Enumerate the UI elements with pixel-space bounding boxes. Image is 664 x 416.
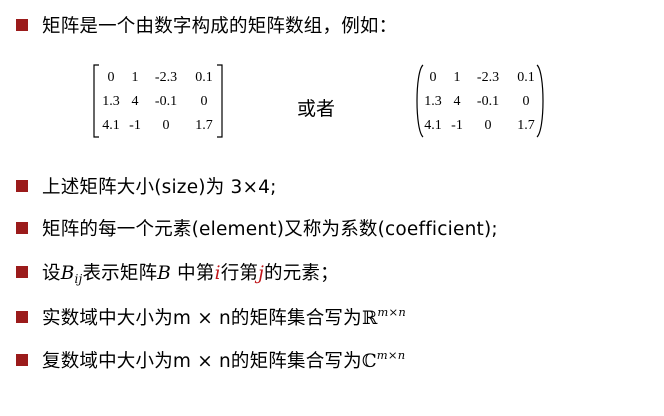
text-segment: 设 bbox=[42, 262, 61, 284]
matrix-cell: 4.1 bbox=[424, 118, 442, 133]
bullet-square-icon bbox=[16, 222, 28, 234]
text-segment: 的元素； bbox=[264, 262, 339, 284]
matrix-cell: 0 bbox=[200, 94, 208, 109]
text-segment: 实数域中大小为m × n的矩阵集合写为 bbox=[42, 308, 362, 329]
matrix-cell: 1 bbox=[453, 70, 461, 85]
math-var-b: B bbox=[157, 262, 172, 284]
real-numbers-symbol: ℝ bbox=[361, 308, 378, 329]
matrix-cell: 1.7 bbox=[195, 118, 213, 133]
matrix-row: 1.3 4 -0.1 0 bbox=[420, 90, 544, 114]
matrix-cell: 0 bbox=[162, 118, 170, 133]
matrix-cell: -2.3 bbox=[154, 70, 178, 85]
matrix-cell: -1 bbox=[451, 118, 463, 133]
matrix-cell: 4 bbox=[453, 94, 461, 109]
matrix-parentheses: 0 1 -2.3 0.1 1.3 4 -0.1 0 4.1 -1 0 1.7 bbox=[414, 64, 554, 138]
bullet-item-element-notation: 设Bij表示矩阵B 中第i行第j的元素； bbox=[16, 257, 339, 287]
matrix-row: 1.3 4 -0.1 0 bbox=[98, 90, 222, 114]
matrix-square-brackets: 0 1 -2.3 0.1 1.3 4 -0.1 0 4.1 -1 0 1.7 bbox=[92, 64, 232, 138]
matrix-row: 4.1 -1 0 1.7 bbox=[98, 114, 222, 138]
bullet-text: 矩阵的每一个元素(element)又称为系数(coefficient); bbox=[42, 219, 498, 240]
bullet-square-icon bbox=[16, 311, 28, 323]
text-segment: 表示矩阵 bbox=[82, 262, 158, 284]
matrix-grid: 0 1 -2.3 0.1 1.3 4 -0.1 0 4.1 -1 0 1.7 bbox=[420, 66, 544, 138]
matrix-row: 0 1 -2.3 0.1 bbox=[98, 66, 222, 90]
matrix-cell: -1 bbox=[129, 118, 141, 133]
bullet-square-icon bbox=[16, 19, 28, 31]
matrix-cell: -0.1 bbox=[154, 94, 178, 109]
bullet-item-real-matrices: 实数域中大小为m × n的矩阵集合写为ℝm×n bbox=[16, 302, 406, 332]
bullet-square-icon bbox=[16, 354, 28, 366]
bullet-text: 复数域中大小为m × n的矩阵集合写为ℂm×n bbox=[42, 347, 405, 373]
complex-numbers-symbol: ℂ bbox=[361, 351, 377, 372]
matrix-cell: 1.3 bbox=[424, 94, 442, 109]
bullet-item-matrix-size: 上述矩阵大小(size)为 3×4; bbox=[16, 171, 277, 201]
matrix-cell: 0 bbox=[107, 70, 115, 85]
matrix-cell: 0 bbox=[522, 94, 530, 109]
bullet-text: 设Bij表示矩阵B 中第i行第j的元素； bbox=[42, 259, 339, 286]
bullet-square-icon bbox=[16, 266, 28, 278]
slide: 矩阵是一个由数字构成的矩阵数组，例如： 0 1 -2.3 0.1 1.3 4 -… bbox=[0, 0, 664, 416]
bullet-square-icon bbox=[16, 180, 28, 192]
matrix-cell: 0.1 bbox=[517, 70, 535, 85]
matrix-grid: 0 1 -2.3 0.1 1.3 4 -0.1 0 4.1 -1 0 1.7 bbox=[98, 66, 222, 138]
text-segment: 中第 bbox=[171, 262, 215, 284]
bullet-text: 上述矩阵大小(size)为 3×4; bbox=[42, 177, 277, 198]
matrix-cell: 0 bbox=[429, 70, 437, 85]
matrix-cell: 4.1 bbox=[102, 118, 120, 133]
matrix-cell: 4 bbox=[131, 94, 139, 109]
matrix-cell: -2.3 bbox=[476, 70, 500, 85]
matrix-cell: -0.1 bbox=[476, 94, 500, 109]
superscript-m-by-n: m×n bbox=[377, 305, 406, 319]
matrix-cell: 1 bbox=[131, 70, 139, 85]
superscript-m-by-n: m×n bbox=[376, 348, 406, 362]
text-segment: 行第 bbox=[220, 262, 259, 284]
or-label: 或者 bbox=[297, 98, 336, 120]
text-segment: 复数域中大小为m × n的矩阵集合写为 bbox=[42, 351, 362, 372]
matrix-cell: 0 bbox=[484, 118, 492, 133]
matrix-row: 4.1 -1 0 1.7 bbox=[420, 114, 544, 138]
matrix-cell: 1.3 bbox=[102, 94, 120, 109]
math-var-b: B bbox=[60, 262, 75, 284]
bullet-text: 矩阵是一个由数字构成的矩阵数组，例如： bbox=[42, 16, 398, 37]
bullet-item-element: 矩阵的每一个元素(element)又称为系数(coefficient); bbox=[16, 213, 498, 243]
bullet-item-complex-matrices: 复数域中大小为m × n的矩阵集合写为ℂm×n bbox=[16, 345, 405, 375]
bullet-item-matrix-definition: 矩阵是一个由数字构成的矩阵数组，例如： bbox=[16, 10, 397, 40]
bullet-text: 实数域中大小为m × n的矩阵集合写为ℝm×n bbox=[42, 304, 406, 330]
matrix-cell: 0.1 bbox=[195, 70, 213, 85]
matrix-cell: 1.7 bbox=[517, 118, 535, 133]
matrix-row: 0 1 -2.3 0.1 bbox=[420, 66, 544, 90]
